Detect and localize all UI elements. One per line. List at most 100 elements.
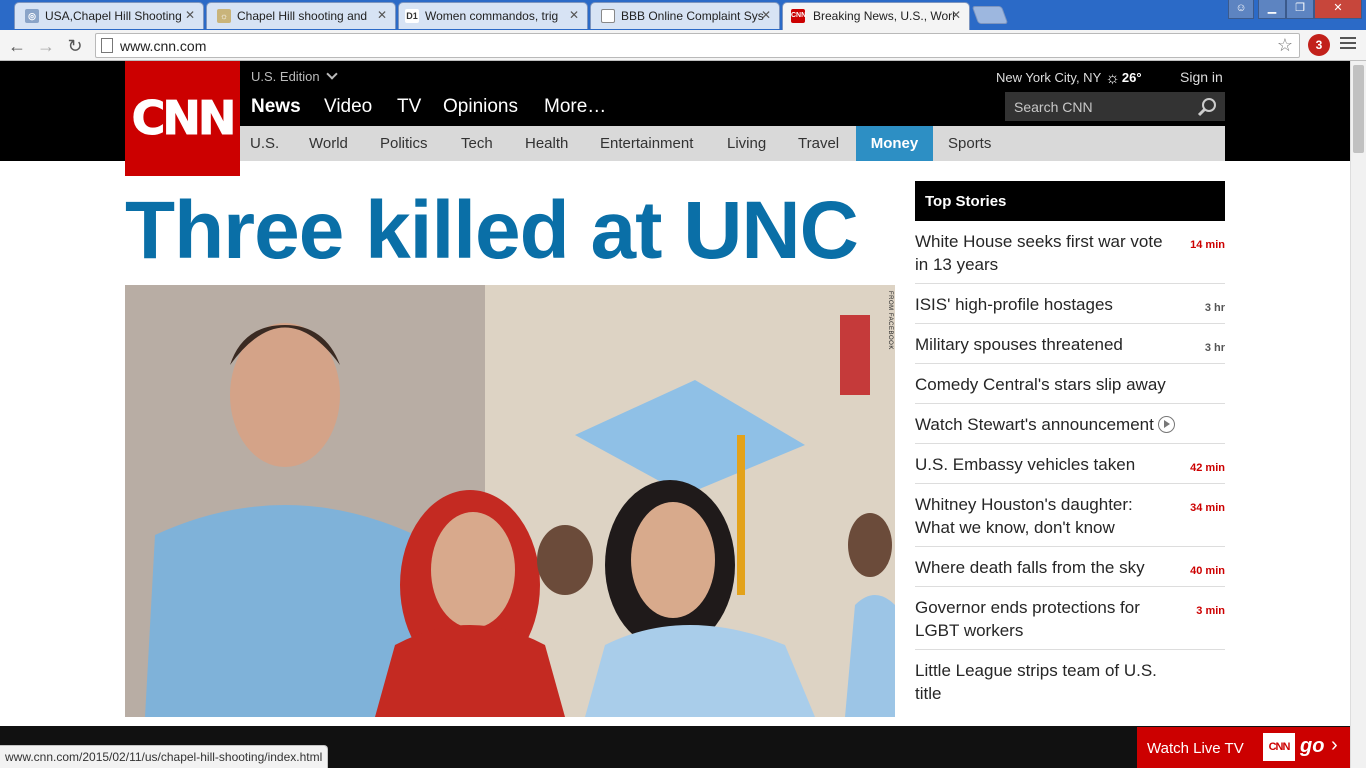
story-time: 40 min bbox=[1190, 565, 1225, 577]
story-title[interactable]: Little League strips team of U.S. title bbox=[915, 661, 1157, 703]
play-video-icon[interactable] bbox=[1157, 416, 1175, 433]
nav-more[interactable]: More… bbox=[544, 96, 606, 118]
weather-widget[interactable]: New York City, NY ☼ 26° bbox=[996, 69, 1142, 87]
logo-text: CNN bbox=[131, 91, 237, 146]
story-title[interactable]: Whitney Houston's daughter: What we know… bbox=[915, 495, 1133, 537]
close-icon[interactable]: ✕ bbox=[377, 8, 387, 22]
hamburger-menu-icon[interactable] bbox=[1340, 37, 1356, 52]
chevron-down-icon bbox=[325, 68, 338, 80]
cnn-favicon-icon: CNN bbox=[791, 9, 806, 23]
section-money[interactable]: Money bbox=[856, 126, 933, 161]
nav-news[interactable]: News bbox=[251, 96, 301, 118]
section-health[interactable]: Health bbox=[515, 126, 578, 161]
search-icon[interactable] bbox=[1197, 97, 1217, 117]
story-title[interactable]: Governor ends protections for LGBT worke… bbox=[915, 598, 1140, 640]
section-world[interactable]: World bbox=[299, 126, 358, 161]
top-story-item[interactable]: White House seeks first war vote in 13 y… bbox=[915, 221, 1225, 284]
scrollbar-thumb[interactable] bbox=[1353, 65, 1364, 153]
browser-tab-2[interactable]: ☼ Chapel Hill shooting and ✕ bbox=[206, 2, 396, 29]
story-time: 14 min bbox=[1190, 239, 1225, 251]
top-story-item[interactable]: Watch Stewart's announcement bbox=[915, 404, 1225, 444]
user-icon[interactable]: ☺ bbox=[1228, 0, 1254, 19]
section-politics[interactable]: Politics bbox=[370, 126, 438, 161]
cnn-go-logo: CNN bbox=[1263, 733, 1295, 761]
section-sports[interactable]: Sports bbox=[938, 126, 1001, 161]
section-tech[interactable]: Tech bbox=[451, 126, 503, 161]
close-icon[interactable]: ✕ bbox=[761, 8, 771, 22]
back-arrow-icon[interactable]: ← bbox=[6, 35, 28, 57]
story-title[interactable]: Military spouses threatened bbox=[915, 335, 1123, 354]
page-icon bbox=[101, 38, 113, 53]
new-tab-button[interactable] bbox=[971, 6, 1009, 24]
section-travel[interactable]: Travel bbox=[788, 126, 849, 161]
story-title[interactable]: Where death falls from the sky bbox=[915, 558, 1145, 577]
url-input[interactable] bbox=[120, 36, 1260, 55]
hero-photo-illustration bbox=[125, 285, 895, 717]
search-input[interactable] bbox=[1014, 98, 1194, 116]
section-living[interactable]: Living bbox=[717, 126, 776, 161]
search-box bbox=[1005, 92, 1225, 121]
section-us[interactable]: U.S. bbox=[240, 126, 289, 161]
photo-credit: FROM FACEBOOK bbox=[887, 291, 893, 350]
vertical-scrollbar[interactable] bbox=[1350, 61, 1366, 768]
edition-selector[interactable]: U.S. Edition bbox=[251, 68, 338, 84]
story-title[interactable]: U.S. Embassy vehicles taken bbox=[915, 455, 1135, 474]
story-time: 34 min bbox=[1190, 502, 1225, 514]
story-title[interactable]: Watch Stewart's announcement bbox=[915, 415, 1154, 434]
maximize-button[interactable]: ❐ bbox=[1286, 0, 1314, 19]
sign-in-link[interactable]: Sign in bbox=[1180, 69, 1223, 85]
close-window-button[interactable]: ✕ bbox=[1314, 0, 1362, 19]
minimize-button[interactable]: ▁ bbox=[1258, 0, 1286, 19]
browser-tab-4[interactable]: BBB Online Complaint Sys ✕ bbox=[590, 2, 780, 29]
tab-title: USA,Chapel Hill Shooting bbox=[45, 9, 182, 23]
story-title[interactable]: White House seeks first war vote in 13 y… bbox=[915, 232, 1163, 274]
address-bar[interactable]: ☆ bbox=[95, 33, 1300, 58]
nav-opinions[interactable]: Opinions bbox=[443, 96, 518, 118]
browser-tab-1[interactable]: ◎ USA,Chapel Hill Shooting ✕ bbox=[14, 2, 204, 29]
top-story-item[interactable]: Where death falls from the sky 40 min bbox=[915, 547, 1225, 587]
top-story-item[interactable]: Governor ends protections for LGBT worke… bbox=[915, 587, 1225, 650]
tab-title: Chapel Hill shooting and bbox=[237, 9, 368, 23]
page-headline[interactable]: Three killed at UNC bbox=[125, 186, 859, 276]
top-story-item[interactable]: Military spouses threatened 3 hr bbox=[915, 324, 1225, 364]
globe-icon: ◎ bbox=[25, 9, 39, 23]
edition-label: U.S. Edition bbox=[251, 69, 320, 84]
browser-tab-3[interactable]: D1 Women commandos, trig ✕ bbox=[398, 2, 588, 29]
top-story-item[interactable]: Comedy Central's stars slip away bbox=[915, 364, 1225, 404]
browser-tab-5-active[interactable]: CNN Breaking News, U.S., Worl ✕ bbox=[782, 2, 970, 30]
story-time: 3 min bbox=[1196, 605, 1225, 617]
status-bar-url: www.cnn.com/2015/02/11/us/chapel-hill-sh… bbox=[0, 745, 329, 768]
chevron-right-icon: › bbox=[1331, 734, 1338, 756]
close-icon[interactable]: ✕ bbox=[569, 8, 579, 22]
watch-live-tv-button[interactable]: Watch Live TV CNN go › bbox=[1137, 727, 1350, 768]
browser-tab-strip: ◎ USA,Chapel Hill Shooting ✕ ☼ Chapel Hi… bbox=[0, 0, 1366, 30]
tab-title: Breaking News, U.S., Worl bbox=[813, 9, 955, 23]
tab-title: BBB Online Complaint Sys bbox=[621, 9, 764, 23]
sun-icon: ☼ bbox=[1105, 70, 1120, 87]
weather-temp: 26° bbox=[1121, 70, 1142, 85]
close-icon[interactable]: ✕ bbox=[951, 8, 961, 22]
close-icon[interactable]: ✕ bbox=[185, 8, 195, 22]
page-viewport: CNN U.S. Edition News Video TV Opinions … bbox=[0, 61, 1350, 768]
story-time: 3 hr bbox=[1204, 342, 1225, 354]
nav-tv[interactable]: TV bbox=[397, 96, 421, 118]
extension-badge: 3 bbox=[1315, 38, 1323, 52]
story-title[interactable]: Comedy Central's stars slip away bbox=[915, 375, 1166, 394]
watch-live-label: Watch Live TV bbox=[1147, 740, 1244, 757]
section-entertainment[interactable]: Entertainment bbox=[590, 126, 703, 161]
bookmark-star-icon[interactable]: ☆ bbox=[1277, 35, 1293, 56]
sun-icon: ☼ bbox=[217, 9, 231, 23]
reload-icon[interactable]: ↻ bbox=[64, 35, 86, 57]
top-story-item[interactable]: Little League strips team of U.S. title bbox=[915, 650, 1225, 712]
cnn-logo[interactable]: CNN bbox=[125, 61, 240, 176]
weather-city: New York City, NY bbox=[996, 70, 1102, 85]
hero-photo[interactable]: FROM FACEBOOK bbox=[125, 285, 895, 717]
forward-arrow-icon[interactable]: → bbox=[35, 35, 57, 57]
story-time: 3 hr bbox=[1204, 302, 1225, 314]
top-story-item[interactable]: ISIS' high-profile hostages 3 hr bbox=[915, 284, 1225, 324]
top-story-item[interactable]: U.S. Embassy vehicles taken 42 min bbox=[915, 444, 1225, 484]
nav-video[interactable]: Video bbox=[324, 96, 372, 118]
extension-icon[interactable]: 3 bbox=[1308, 34, 1330, 56]
top-story-item[interactable]: Whitney Houston's daughter: What we know… bbox=[915, 484, 1225, 547]
story-title[interactable]: ISIS' high-profile hostages bbox=[915, 295, 1113, 314]
